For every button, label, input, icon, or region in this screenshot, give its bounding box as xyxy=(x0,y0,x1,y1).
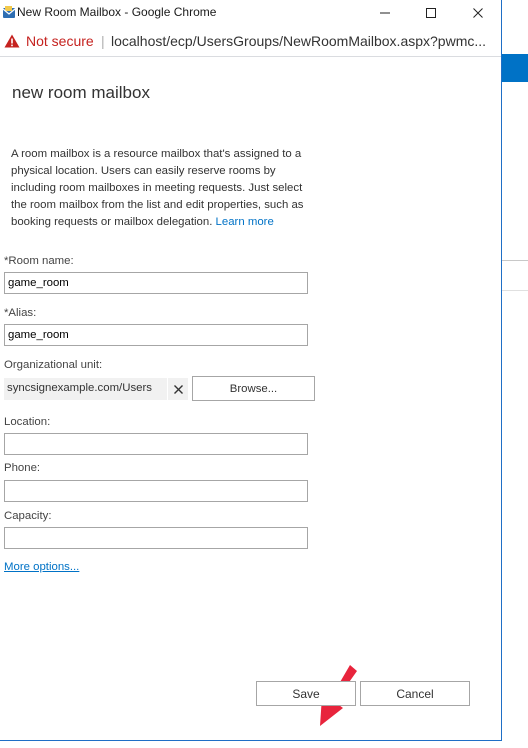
clear-organizational-unit-button[interactable] xyxy=(167,378,189,400)
capacity-input[interactable] xyxy=(4,527,308,549)
location-label: Location: xyxy=(4,416,51,428)
dialog-content: new room mailbox A room mailbox is a res… xyxy=(0,57,501,740)
background-page xyxy=(502,0,528,748)
close-x-icon xyxy=(174,384,183,394)
background-divider xyxy=(502,260,528,261)
address-separator: | xyxy=(101,33,105,49)
close-window-button[interactable] xyxy=(455,0,501,26)
organizational-unit-label: Organizational unit: xyxy=(4,359,103,371)
address-bar[interactable]: Not secure | localhost/ecp/UsersGroups/N… xyxy=(0,26,501,57)
background-header-bar xyxy=(502,54,528,82)
page-title: new room mailbox xyxy=(12,83,150,102)
alias-label: *Alias: xyxy=(4,307,37,319)
room-name-label: *Room name: xyxy=(4,255,74,267)
close-icon xyxy=(473,8,483,18)
not-secure-label[interactable]: Not secure xyxy=(26,33,94,49)
browser-popup-window: New Room Mailbox - Google Chrome Not sec… xyxy=(0,0,502,741)
save-button[interactable]: Save xyxy=(256,681,356,706)
more-options-link[interactable]: More options... xyxy=(4,561,79,573)
description-text: A room mailbox is a resource mailbox tha… xyxy=(11,146,311,231)
window-titlebar[interactable]: New Room Mailbox - Google Chrome xyxy=(0,0,501,26)
phone-input[interactable] xyxy=(4,480,308,502)
learn-more-link[interactable]: Learn more xyxy=(216,216,274,228)
phone-label: Phone: xyxy=(4,462,41,474)
minimize-icon xyxy=(380,12,390,14)
warning-triangle-icon xyxy=(4,34,20,48)
location-input[interactable] xyxy=(4,433,308,455)
alias-input[interactable] xyxy=(4,324,308,346)
minimize-button[interactable] xyxy=(362,0,408,26)
maximize-button[interactable] xyxy=(408,0,454,26)
organizational-unit-field: syncsignexample.com/Users xyxy=(4,378,188,400)
maximize-icon xyxy=(426,8,436,18)
window-title: New Room Mailbox - Google Chrome xyxy=(17,5,217,19)
room-name-input[interactable] xyxy=(4,272,308,294)
cancel-button[interactable]: Cancel xyxy=(360,681,470,706)
organizational-unit-value: syncsignexample.com/Users xyxy=(7,382,152,394)
browse-button[interactable]: Browse... xyxy=(192,376,315,401)
capacity-label: Capacity: xyxy=(4,510,52,522)
url-text[interactable]: localhost/ecp/UsersGroups/NewRoomMailbox… xyxy=(111,33,486,49)
background-divider xyxy=(502,290,528,291)
mailbox-app-icon xyxy=(2,6,16,18)
